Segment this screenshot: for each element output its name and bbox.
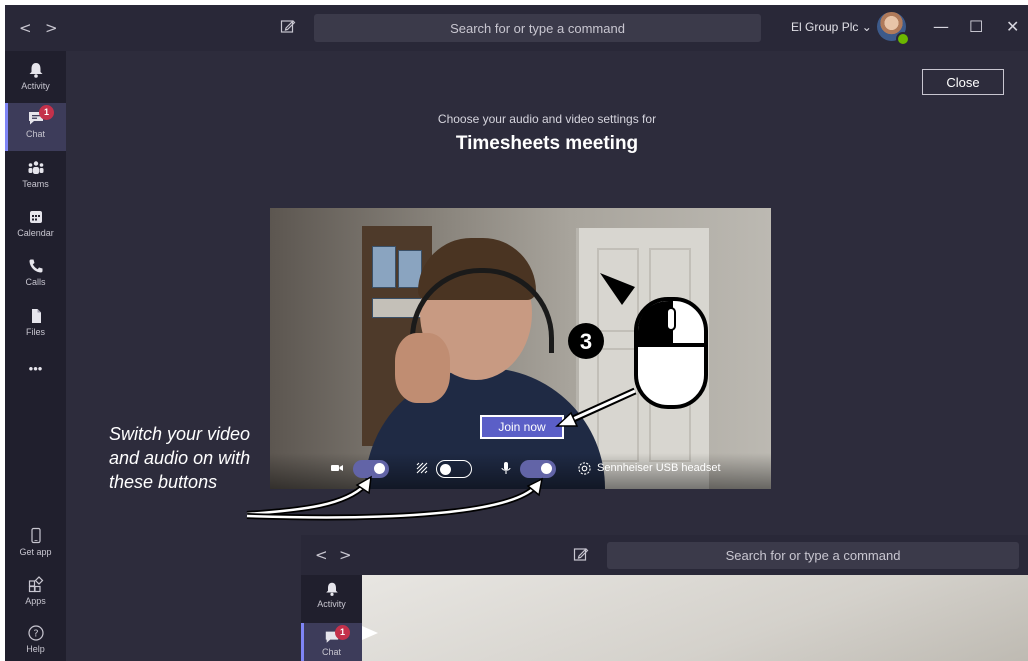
teams-window: < > Search for or type a command El Grou… [5,5,1028,661]
arrow-to-join [572,389,636,421]
step-number-badge: 3 [568,323,604,359]
cursor-arrow-icon [600,273,635,305]
tutorial-overlay: 3 [246,273,708,640]
inset-pointer-arrow [362,626,378,640]
mouse-click-icon [634,297,708,409]
arrow-to-video-toggle-outline [246,482,368,517]
step-number: 3 [580,329,592,354]
